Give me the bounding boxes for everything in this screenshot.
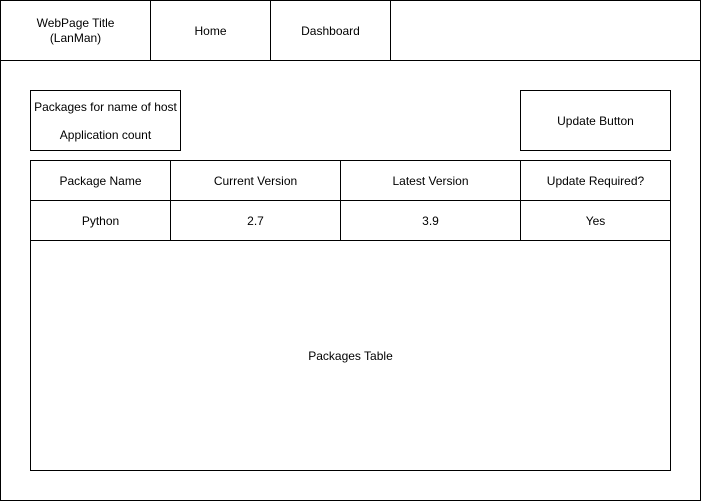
nav-home-label: Home [194,23,227,38]
column-header-label: Update Required? [546,173,645,188]
page-title-line2: (LanMan) [49,30,102,45]
packages-table-label: Packages Table [308,348,393,363]
packages-table-area: Packages Table [30,240,671,471]
update-button[interactable]: Update Button [520,90,671,151]
column-header-label: Current Version [213,173,298,188]
update-button-label: Update Button [557,113,634,128]
application-count: Application count [59,127,152,142]
page-title-line1: WebPage Title [36,15,115,30]
table-cell-value: Yes [585,213,606,228]
column-header-label: Latest Version [392,173,469,188]
table-cell-value: Python [81,213,120,228]
table-cell-latest-version: 3.9 [340,200,521,241]
page-title: WebPage Title (LanMan) [0,0,151,61]
host-label: Packages for name of host [34,99,177,114]
column-header-current-version: Current Version [170,160,341,201]
column-header-latest-version: Latest Version [340,160,521,201]
nav-dashboard-label: Dashboard [301,23,360,38]
column-header-update-required: Update Required? [520,160,671,201]
nav-home[interactable]: Home [150,0,271,61]
table-cell-value: 2.7 [247,213,264,228]
table-cell-current-version: 2.7 [170,200,341,241]
column-header-label: Package Name [59,173,142,188]
header-divider [0,60,701,61]
table-cell-update-required: Yes [520,200,671,241]
column-header-package-name: Package Name [30,160,171,201]
table-cell-package-name: Python [30,200,171,241]
table-cell-value: 3.9 [422,213,439,228]
nav-dashboard[interactable]: Dashboard [270,0,391,61]
host-info-box: Packages for name of host Application co… [30,90,181,151]
